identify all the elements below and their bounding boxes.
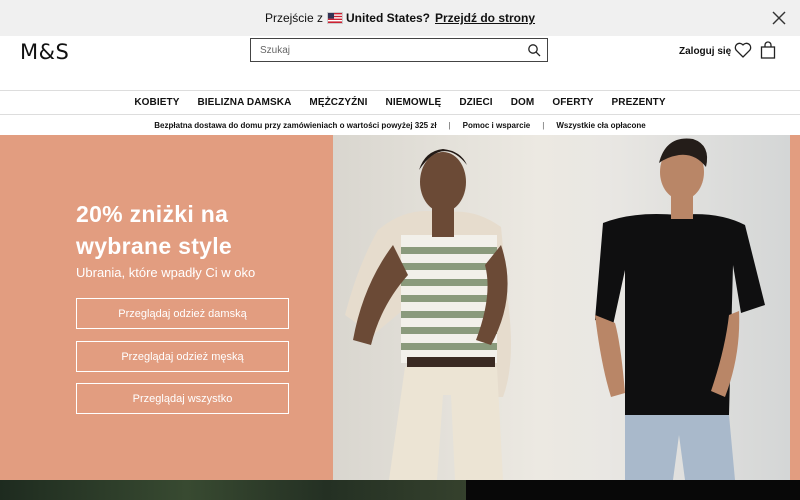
nav-item-niemowle[interactable]: NIEMOWLĘ <box>377 97 451 108</box>
browse-mens-button[interactable]: Przeglądaj odzież męską <box>76 341 289 372</box>
search-input[interactable] <box>251 39 529 61</box>
hero-edge-strip <box>790 135 800 480</box>
divider: | <box>448 120 451 130</box>
ms-logo[interactable]: M&S <box>20 40 69 64</box>
hero-photo[interactable] <box>333 135 790 480</box>
main-navigation: KOBIETY BIELIZNA DAMSKA MĘŻCZYŹNI NIEMOW… <box>0 91 800 115</box>
nav-item-dom[interactable]: DOM <box>502 97 544 108</box>
hero-title: 20% zniżki na wybrane style <box>76 201 233 259</box>
browse-all-button[interactable]: Przeglądaj wszystko <box>76 383 289 414</box>
search-icon[interactable] <box>527 43 541 57</box>
banner-prefix: Przejście z <box>264 11 323 25</box>
duties-paid-text[interactable]: Wszystkie cła opłacone <box>556 121 645 130</box>
browse-womens-button[interactable]: Przeglądaj odzież damską <box>76 298 289 329</box>
search-box[interactable] <box>250 38 548 62</box>
go-to-site-link[interactable]: Przejdź do strony <box>435 11 535 25</box>
nav-item-dzieci[interactable]: DZIECI <box>450 97 501 108</box>
close-icon[interactable] <box>772 11 786 25</box>
banner-country: United States? <box>345 11 430 25</box>
country-redirect-banner: Przejście z United States? Przejdź do st… <box>0 0 800 36</box>
nav-item-oferty[interactable]: OFERTY <box>543 97 602 108</box>
nav-item-mezczyzni[interactable]: MĘŻCZYŹNI <box>300 97 376 108</box>
hero-text-block: 20% zniżki na wybrane style Ubrania, któ… <box>76 198 326 280</box>
login-link[interactable]: Zaloguj się <box>679 46 731 57</box>
help-support-link[interactable]: Pomoc i wsparcie <box>463 121 531 130</box>
hero-banner: 20% zniżki na wybrane style Ubrania, któ… <box>0 135 800 480</box>
nav-item-bielizna-damska[interactable]: BIELIZNA DAMSKA <box>188 97 300 108</box>
shopping-bag-icon[interactable] <box>760 41 776 59</box>
hero-subtitle: Ubrania, które wpadły Ci w oko <box>76 265 256 280</box>
nav-item-kobiety[interactable]: KOBIETY <box>125 97 188 108</box>
heart-icon[interactable] <box>734 42 752 58</box>
free-delivery-text[interactable]: Bezpłatna dostawa do domu przy zamówieni… <box>154 121 436 130</box>
promo-tile-right[interactable] <box>466 480 800 500</box>
us-flag-icon <box>326 12 343 24</box>
models-illustration <box>345 138 765 480</box>
usp-bar: Bezpłatna dostawa do domu przy zamówieni… <box>0 115 800 135</box>
divider: | <box>542 120 545 130</box>
promo-tile-left[interactable] <box>0 480 466 500</box>
nav-item-prezenty[interactable]: PREZENTY <box>603 97 675 108</box>
next-section-preview <box>0 480 800 500</box>
site-header: M&S Zaloguj się <box>0 36 800 91</box>
